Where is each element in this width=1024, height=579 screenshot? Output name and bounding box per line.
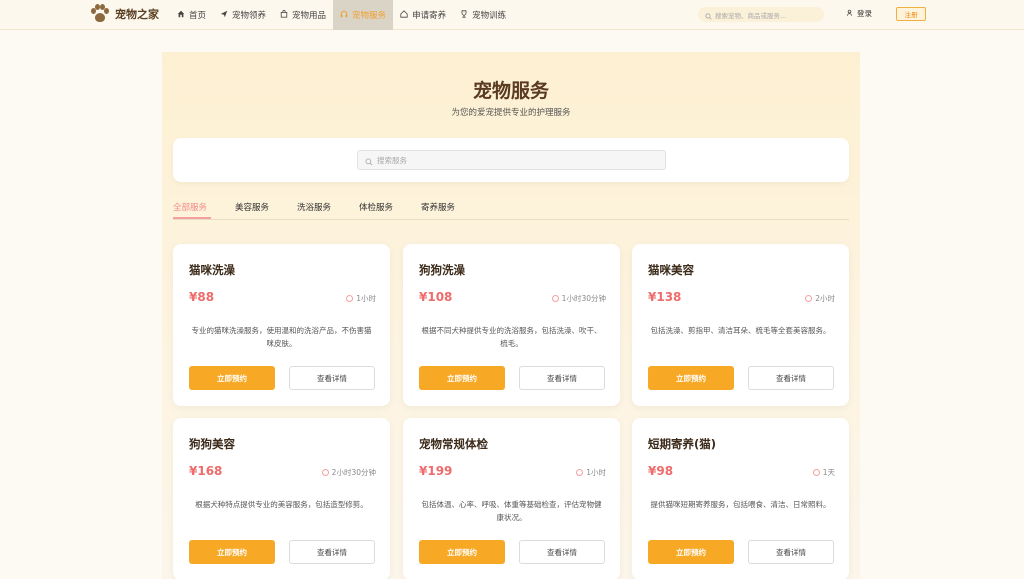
service-price: ¥108	[419, 290, 453, 304]
clock-icon	[321, 469, 329, 476]
trophy-icon	[460, 10, 468, 20]
book-now-button[interactable]: 立即预约	[648, 540, 734, 564]
send-icon	[220, 10, 228, 20]
book-now-button[interactable]: 立即预约	[189, 366, 275, 390]
book-now-button[interactable]: 立即预约	[189, 540, 275, 564]
login-label: 登录	[857, 9, 872, 18]
house-icon	[400, 10, 408, 20]
book-now-button[interactable]: 立即预约	[419, 540, 505, 564]
services-panel: 宠物服务 为您的爱宠提供专业的护理服务 搜索服务 全部服务 美容服务 洗浴服务 …	[162, 52, 860, 579]
service-description: 专业的猫咪洗澡服务，使用温和的洗浴产品，不伤害猫咪皮肤。	[191, 326, 372, 348]
duration-text: 1天	[822, 468, 835, 477]
service-card: 狗狗美容 ¥168 2小时30分钟 根据犬种特点提供专业的美容服务，包括造型修剪…	[173, 418, 390, 579]
service-price: ¥199	[419, 464, 453, 478]
service-duration: 1小时	[576, 467, 606, 478]
service-card: 猫咪美容 ¥138 2小时 包括洗澡、剪指甲、清洁耳朵、梳毛等全套美容服务。 立…	[632, 244, 849, 406]
service-card: 狗狗洗澡 ¥108 1小时30分钟 根据不同犬种提供专业的洗浴服务，包括洗澡、吹…	[403, 244, 620, 406]
search-icon	[365, 151, 373, 170]
view-details-button[interactable]: 查看详情	[289, 540, 375, 564]
service-description: 包括洗澡、剪指甲、清洁耳朵、梳毛等全套美容服务。	[650, 326, 831, 335]
view-details-button[interactable]: 查看详情	[748, 540, 834, 564]
service-description: 包括体温、心率、呼吸、体重等基础检查，评估宠物健康状况。	[421, 500, 602, 522]
active-tab-indicator	[173, 217, 211, 219]
clock-icon	[805, 295, 813, 302]
register-button[interactable]: 注册	[896, 7, 926, 21]
search-placeholder: 搜索服务	[377, 155, 407, 165]
view-details-button[interactable]: 查看详情	[289, 366, 375, 390]
page-subtitle: 为您的爱宠提供专业的护理服务	[451, 108, 571, 118]
service-duration: 2小时	[805, 293, 835, 304]
service-card: 宠物常规体检 ¥199 1小时 包括体温、心率、呼吸、体重等基础检查，评估宠物健…	[403, 418, 620, 579]
headset-icon	[340, 10, 348, 20]
service-name: 猫咪洗澡	[189, 263, 235, 277]
service-duration: 1小时	[346, 293, 376, 304]
home-icon	[177, 10, 185, 20]
bag-icon	[280, 10, 288, 20]
duration-text: 1小时	[356, 294, 376, 303]
service-duration: 1天	[812, 467, 835, 478]
service-name: 狗狗洗澡	[419, 263, 465, 277]
service-search-input[interactable]: 搜索服务	[357, 150, 666, 170]
service-price: ¥168	[189, 464, 223, 478]
service-card: 短期寄养(猫) ¥98 1天 提供猫咪短期寄养服务，包括喂食、清洁、日常照料。 …	[632, 418, 849, 579]
nav-label: 宠物领养	[232, 11, 267, 21]
service-price: ¥98	[648, 464, 674, 478]
tab-beauty[interactable]: 美容服务	[235, 201, 269, 213]
nav-item-boarding[interactable]: 申请寄养	[393, 0, 453, 30]
nav-item-supplies[interactable]: 宠物用品	[273, 0, 333, 30]
login-link[interactable]: 登录	[846, 8, 872, 19]
tab-all[interactable]: 全部服务	[173, 201, 207, 213]
service-price: ¥88	[189, 290, 215, 304]
page-title: 宠物服务	[472, 80, 549, 102]
service-duration: 2小时30分钟	[321, 467, 376, 478]
nav-item-adoption[interactable]: 宠物领养	[213, 0, 273, 30]
duration-text: 2小时30分钟	[331, 468, 376, 477]
view-details-button[interactable]: 查看详情	[519, 540, 605, 564]
search-placeholder: 搜索宠物、商品或服务...	[715, 11, 787, 20]
service-description: 提供猫咪短期寄养服务，包括喂食、清洁、日常照料。	[650, 500, 831, 509]
book-now-button[interactable]: 立即预约	[419, 366, 505, 390]
search-card: 搜索服务	[173, 138, 849, 182]
search-icon	[705, 5, 712, 24]
service-description: 根据不同犬种提供专业的洗浴服务，包括洗澡、吹干、梳毛。	[421, 326, 602, 348]
book-now-button[interactable]: 立即预约	[648, 366, 734, 390]
nav-item-services[interactable]: 宠物服务	[333, 0, 394, 30]
view-details-button[interactable]: 查看详情	[519, 366, 605, 390]
clock-icon	[346, 295, 354, 302]
paw-icon	[90, 4, 110, 24]
tab-checkup[interactable]: 体检服务	[359, 201, 393, 213]
service-name: 猫咪美容	[648, 263, 694, 277]
user-icon	[846, 9, 853, 19]
nav-label: 首页	[189, 11, 207, 21]
nav-label: 申请寄养	[412, 11, 447, 21]
nav-item-home[interactable]: 首页	[170, 0, 213, 30]
service-name: 短期寄养(猫)	[648, 437, 717, 451]
clock-icon	[551, 295, 559, 302]
clock-icon	[812, 469, 820, 476]
service-name: 狗狗美容	[189, 437, 235, 451]
duration-text: 1小时30分钟	[561, 294, 606, 303]
service-tabs: 全部服务 美容服务 洗浴服务 体检服务 寄养服务	[173, 200, 849, 220]
header-search-input[interactable]: 搜索宠物、商品或服务...	[698, 7, 824, 22]
service-name: 宠物常规体检	[419, 437, 488, 451]
service-price: ¥138	[648, 290, 682, 304]
duration-text: 1小时	[586, 468, 606, 477]
nav-item-training[interactable]: 宠物训练	[453, 0, 513, 30]
service-card: 猫咪洗澡 ¥88 1小时 专业的猫咪洗澡服务，使用温和的洗浴产品，不伤害猫咪皮肤…	[173, 244, 390, 406]
service-duration: 1小时30分钟	[551, 293, 606, 304]
main-nav: 首页 宠物领养 宠物用品 宠物服务 申请寄养 宠物训练	[170, 0, 513, 30]
site-name: 宠物之家	[115, 8, 159, 21]
service-description: 根据犬种特点提供专业的美容服务，包括造型修剪。	[195, 500, 368, 509]
nav-label: 宠物训练	[472, 11, 507, 21]
tab-bath[interactable]: 洗浴服务	[297, 201, 331, 213]
duration-text: 2小时	[815, 294, 835, 303]
clock-icon	[576, 469, 584, 476]
nav-label: 宠物服务	[352, 11, 387, 21]
view-details-button[interactable]: 查看详情	[748, 366, 834, 390]
tab-boarding[interactable]: 寄养服务	[421, 201, 455, 213]
site-logo[interactable]: 宠物之家	[90, 4, 159, 24]
nav-label: 宠物用品	[292, 11, 327, 21]
top-nav-bar: 宠物之家 首页 宠物领养 宠物用品 宠物服务 申请寄养 宠物训练 搜索宠物、商品…	[0, 0, 1024, 30]
